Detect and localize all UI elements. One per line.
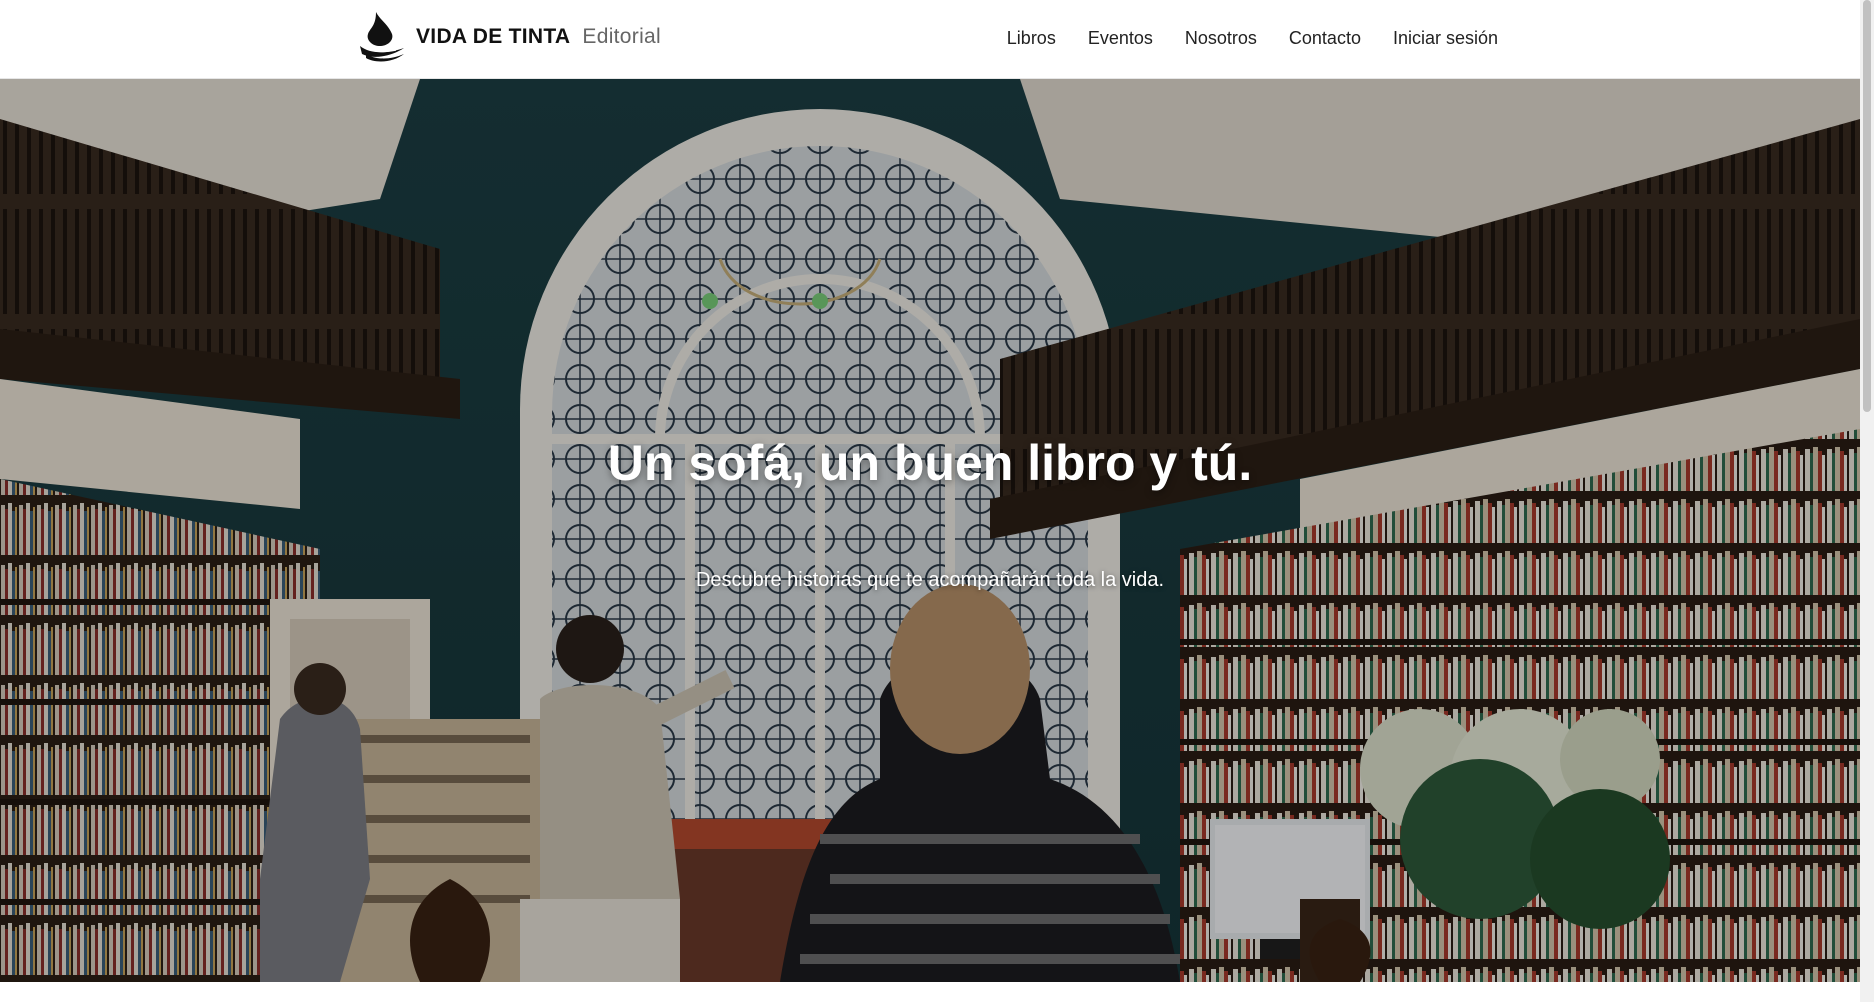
scrollbar-thumb[interactable]	[1863, 0, 1871, 412]
brand-subtitle: Editorial	[582, 25, 661, 48]
nav-item-login[interactable]: Iniciar sesión	[1393, 28, 1498, 49]
page-bottom-strip	[0, 982, 1860, 1002]
nav-item-nosotros[interactable]: Nosotros	[1185, 28, 1257, 49]
vertical-scrollbar[interactable]	[1860, 0, 1874, 1002]
hero-subtitle: Descubre historias que te acompañarán to…	[695, 569, 1165, 591]
hero-overlay	[0, 79, 1860, 982]
ink-wave-logo-icon	[360, 12, 404, 62]
brand-name: VIDA DE TINTA	[416, 25, 571, 48]
brand[interactable]: VIDA DE TINTA Editorial	[358, 10, 661, 64]
hero-title: Un sofá, un buen libro y tú.	[607, 435, 1253, 491]
nav-item-eventos[interactable]: Eventos	[1088, 28, 1153, 49]
hero-section: Un sofá, un buen libro y tú. Descubre hi…	[0, 79, 1860, 982]
main-nav: Libros Eventos Nosotros Contacto Iniciar…	[1007, 0, 1498, 76]
site-header: VIDA DE TINTA Editorial Libros Eventos N…	[0, 0, 1860, 79]
nav-item-libros[interactable]: Libros	[1007, 28, 1056, 49]
page: VIDA DE TINTA Editorial Libros Eventos N…	[0, 0, 1874, 1002]
nav-item-contacto[interactable]: Contacto	[1289, 28, 1361, 49]
